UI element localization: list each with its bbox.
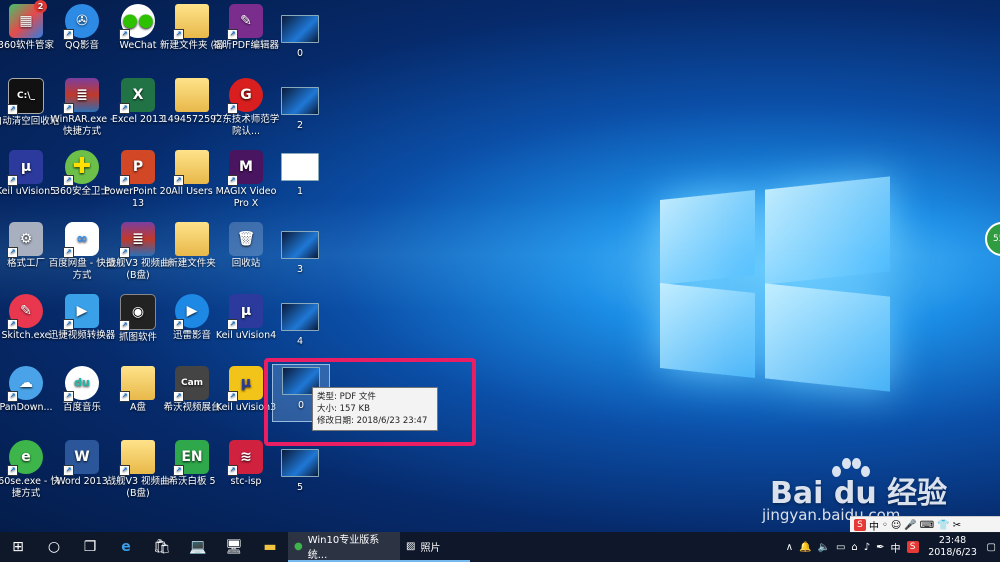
terminal-icon: C:\_ ↗ xyxy=(7,78,44,115)
skitch-icon: ✎ ↗ xyxy=(7,294,43,330)
clock-date: 2018/6/23 xyxy=(928,547,977,558)
taskbar-task-photos[interactable]: ▨ 照片 xyxy=(400,532,470,562)
whiteboard-icon: EN ↗ xyxy=(173,440,209,476)
folder-icon: ▬ xyxy=(263,539,277,555)
desktop-file-3[interactable]: 3 xyxy=(266,226,334,296)
folder-icon xyxy=(175,222,209,256)
tooltip-modified: 修改日期: 2018/6/23 23:47 xyxy=(317,416,428,426)
notification-bell-icon[interactable]: 🔔 xyxy=(799,542,811,553)
store-button[interactable]: 🛍 xyxy=(144,532,180,562)
archive-icon: ≣ ↗ xyxy=(119,222,155,258)
keil-icon: μ ↗ xyxy=(7,150,43,186)
skin-icon[interactable]: 👕 xyxy=(937,520,949,531)
image-thumbnail-icon xyxy=(281,449,319,477)
word-icon: W ↗ xyxy=(63,440,99,476)
pen-icon[interactable]: ✒ xyxy=(876,542,884,553)
image-thumbnail-icon xyxy=(281,15,319,43)
sogou-tray-icon[interactable]: S xyxy=(906,541,919,553)
sogou-ime-icon[interactable]: S xyxy=(854,519,866,531)
cortana-button[interactable]: ○ xyxy=(36,532,72,562)
task-view-icon: ❐ xyxy=(83,539,97,555)
volume-icon[interactable]: ♪ xyxy=(864,542,870,553)
360-browser-icon: ● xyxy=(294,540,303,552)
search-circle-icon: ○ xyxy=(47,539,61,555)
desktop-file-2[interactable]: 2 xyxy=(266,82,334,152)
tooltip-size: 大小: 157 KB xyxy=(317,404,370,414)
recycle-bin-icon: 🗑 xyxy=(229,222,263,256)
microphone-icon[interactable]: 🎤 xyxy=(904,520,916,531)
folder-icon: ↗ xyxy=(173,150,209,186)
image-thumbnail-icon xyxy=(281,231,319,259)
taskbar-task-browser[interactable]: ● Win10专业版系统... xyxy=(288,532,400,562)
taskbar: ⊞ ○ ❐ e 🛍 💻 🖥 ▬ ● Win10专业版系统... ▨ 照片 ∧ 🔔… xyxy=(0,532,1000,562)
chip-programmer-icon: ≋ ↗ xyxy=(227,440,263,476)
action-center-icon[interactable]: ▢ xyxy=(987,542,996,553)
folder-icon: ↗ xyxy=(173,4,209,40)
camera-app-icon: Cam ↗ xyxy=(173,366,209,402)
image-thumbnail-icon xyxy=(281,153,319,181)
winrar-icon: ≣ ↗ xyxy=(63,78,99,114)
system-tray: ∧ 🔔 🔈 ▭ ⌂ ♪ ✒ 中 S 23:48 2018/6/23 ▢ xyxy=(786,535,1000,559)
task-view-button[interactable]: ❐ xyxy=(72,532,108,562)
monitor-icon: 🖥 xyxy=(225,539,243,555)
pinned-app-button[interactable]: 💻 xyxy=(180,532,216,562)
ime-toolbar[interactable]: S 中 ◦ ☺ 🎤 ⌨ 👕 ✂ xyxy=(850,516,1000,533)
baidu-netdisk-icon: ∞ ↗ xyxy=(63,222,99,258)
powerpoint-icon: P ↗ xyxy=(119,150,155,186)
image-thumbnail-icon xyxy=(281,303,319,331)
magix-icon: M ↗ xyxy=(227,150,263,186)
cloud-icon: ☁ ↗ xyxy=(7,366,43,402)
windows-logo-wallpaper xyxy=(655,165,895,405)
file-info-tooltip: 类型: PDF 文件 大小: 157 KB 修改日期: 2018/6/23 23… xyxy=(312,387,438,431)
video-converter-icon: ▶ ↗ xyxy=(63,294,99,330)
windows-icon: ⊞ xyxy=(12,539,24,555)
keyboard-icon[interactable]: ⌨ xyxy=(920,520,934,531)
360-software-manager-icon: ▦ 2 xyxy=(9,0,47,38)
store-bag-icon: 🛍 xyxy=(153,539,171,555)
desktop-file-5[interactable]: 5 xyxy=(266,444,334,514)
folder-icon: ↗ xyxy=(119,366,155,402)
emoji-icon[interactable]: ☺ xyxy=(891,520,901,531)
folder-icon xyxy=(175,78,209,112)
taskbar-clock[interactable]: 23:48 2018/6/23 xyxy=(925,535,981,559)
speaker-icon[interactable]: 🔈 xyxy=(818,542,830,553)
keil-icon: μ ↗ xyxy=(227,294,263,330)
music-icon: du ↗ xyxy=(63,366,99,402)
clock-time: 23:48 xyxy=(938,535,967,546)
desktop-file-1[interactable]: 1 xyxy=(266,148,334,218)
chat-bubble-icon: ●● ↗ xyxy=(119,4,155,40)
ime-mode-indicator[interactable]: 中 xyxy=(869,518,879,533)
battery-icon[interactable]: ▭ xyxy=(836,542,845,553)
file-explorer-button[interactable]: ▬ xyxy=(252,532,288,562)
auth-client-icon: G ↗ xyxy=(227,78,263,114)
edge-button[interactable]: e xyxy=(108,532,144,562)
image-thumbnail-icon xyxy=(281,87,319,115)
punctuation-icon[interactable]: ◦ xyxy=(882,520,888,531)
plus-shield-icon: ✚ ↗ xyxy=(63,150,99,186)
pinned-app-button-2[interactable]: 🖥 xyxy=(216,532,252,562)
folder-icon: ↗ xyxy=(119,440,155,476)
excel-icon: X ↗ xyxy=(119,78,155,114)
pdf-pen-icon: ✎ ↗ xyxy=(227,4,263,40)
play-circle-icon: ▶ ↗ xyxy=(173,294,209,330)
tools-icon[interactable]: ✂ xyxy=(953,520,961,531)
keil-icon: μ ↗ xyxy=(227,366,263,402)
film-reel-icon: ✇ ↗ xyxy=(63,4,99,40)
network-icon[interactable]: ⌂ xyxy=(851,542,857,553)
chevron-up-icon[interactable]: ∧ xyxy=(786,542,793,553)
tray-ime-language[interactable]: 中 xyxy=(891,540,901,555)
laptop-icon: 💻 xyxy=(189,539,207,555)
edge-icon: e xyxy=(121,539,131,555)
camera-icon: ◉ ↗ xyxy=(119,294,156,331)
360se-browser-icon: e ↗ xyxy=(7,440,43,476)
format-factory-icon: ⚙ ↗ xyxy=(7,222,43,258)
photos-icon: ▨ xyxy=(406,540,416,552)
desktop-file-0[interactable]: 0 xyxy=(266,10,334,80)
tooltip-type: 类型: PDF 文件 xyxy=(317,392,376,402)
start-button[interactable]: ⊞ xyxy=(0,532,36,562)
